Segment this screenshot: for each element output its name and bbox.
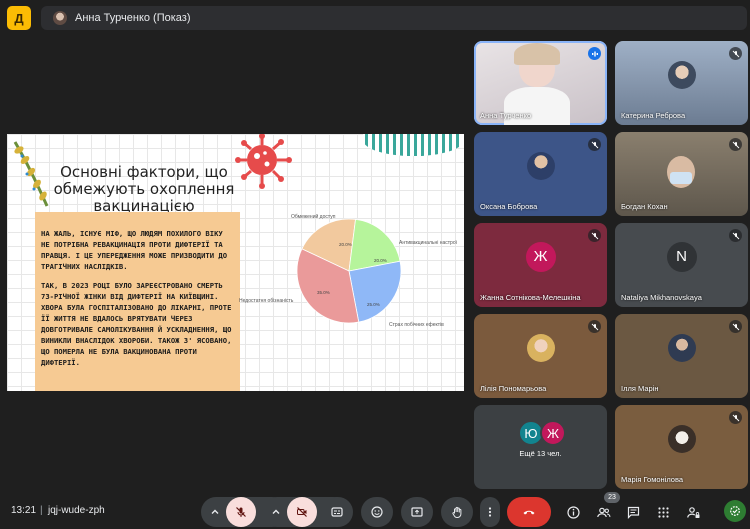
participant-name: Оксана Боброва <box>480 202 538 211</box>
mic-off-icon <box>729 229 742 242</box>
participant-name: Лілія Пономарьова <box>480 384 547 393</box>
participant-letter-avatar: N <box>666 241 697 272</box>
participant-avatar <box>667 424 696 453</box>
extension-button[interactable] <box>724 500 746 522</box>
mic-off-icon <box>588 320 601 333</box>
clock: 13:21 <box>11 505 37 516</box>
info-icon <box>566 505 580 519</box>
shared-slide: Основні фактори, що обмежують охоплення … <box>7 134 464 391</box>
participant-avatar <box>526 333 555 362</box>
more-participants-label: Ещё 13 чел. <box>519 449 562 458</box>
meeting-app-badge[interactable]: Д <box>7 6 31 30</box>
captions-button[interactable] <box>321 497 353 527</box>
participant-name: Анна Турченко <box>480 111 532 120</box>
participant-name: Nataliya Mikhanovskaya <box>621 293 702 302</box>
presenter-avatar <box>53 11 67 25</box>
participant-name: Марія Гомонілова <box>621 475 684 484</box>
slide-title: Основні фактори, що обмежують охоплення … <box>53 163 235 215</box>
pie-pct-limited-access: 20.0% <box>339 242 352 247</box>
meeting-code[interactable]: jqj-wude-zph <box>48 505 105 516</box>
camera-options-chevron-icon[interactable] <box>262 497 290 527</box>
participant-tile[interactable]: N Nataliya Mikhanovskaya <box>615 223 748 307</box>
mic-off-icon <box>729 411 742 424</box>
present-screen-icon <box>411 507 423 517</box>
present-button[interactable] <box>401 497 433 527</box>
participant-tile[interactable]: Богдан Кохан <box>615 132 748 216</box>
mic-options-chevron-icon[interactable] <box>201 497 229 527</box>
slide-paragraph: ТАК, В 2023 РОЦІ БУЛО ЗАРЕЄСТРОВАНО СМЕР… <box>41 281 232 367</box>
camera-toggle-button[interactable] <box>287 497 317 527</box>
pie-pct-antivax: 20.0% <box>374 258 387 263</box>
chat-icon <box>627 506 639 519</box>
mic-off-icon <box>588 229 601 242</box>
participant-avatar <box>526 151 555 180</box>
participant-tile[interactable]: Лілія Пономарьова <box>474 314 607 398</box>
participant-avatar <box>667 60 696 89</box>
pie-label-low-awareness: Недостатня обізнаність <box>239 298 294 304</box>
activities-button[interactable] <box>653 502 673 522</box>
mic-off-icon <box>729 47 742 60</box>
slide-paragraph: НА ЖАЛЬ, ІСНУЄ МІФ, ЩО ЛЮДЯМ ПОХИЛОГО ВІ… <box>41 229 228 271</box>
people-button[interactable] <box>593 502 613 522</box>
participant-video-mask <box>670 172 692 184</box>
meeting-details-button[interactable] <box>563 502 583 522</box>
participant-name: Катерина Реброва <box>621 111 686 120</box>
captions-icon <box>331 507 343 517</box>
more-participants-tile[interactable]: Ю Ж Ещё 13 чел. <box>474 405 607 489</box>
mic-off-icon <box>729 138 742 151</box>
participant-tile[interactable]: Ж Жанна Сотнікова-Мелешкіна <box>474 223 607 307</box>
speaking-indicator-icon <box>588 47 601 60</box>
hang-up-icon <box>523 510 535 515</box>
pie-label-limited-access: Обмежений доступ <box>291 214 336 220</box>
participant-name: Богдан Кохан <box>621 202 668 211</box>
mic-off-icon <box>729 320 742 333</box>
slide-text-panel: НА ЖАЛЬ, ІСНУЄ МІФ, ЩО ЛЮДЯМ ПОХИЛОГО ВІ… <box>35 212 240 391</box>
participant-name: Ілля Марін <box>621 384 659 393</box>
more-vertical-icon <box>488 507 492 517</box>
more-participants-avatars: Ю Ж <box>518 420 574 446</box>
participant-letter-avatar: Ж <box>540 420 566 446</box>
participant-name: Жанна Сотнікова-Мелешкіна <box>480 293 581 302</box>
participant-avatar <box>667 333 696 362</box>
mic-toggle-button[interactable] <box>226 497 256 527</box>
participant-video-hair <box>514 43 560 65</box>
extension-gear-icon <box>730 506 740 516</box>
more-options-button[interactable] <box>480 497 500 527</box>
separator: | <box>40 505 43 516</box>
apps-grid-icon <box>657 506 669 518</box>
emoji-icon <box>371 506 383 518</box>
leave-call-button[interactable] <box>507 497 551 527</box>
participant-letter-avatar: Ж <box>525 241 556 272</box>
hand-icon <box>452 506 462 518</box>
pie-chart: Обмежений доступ Антивакцинальні настрої… <box>229 204 464 344</box>
chat-button[interactable] <box>623 502 643 522</box>
participant-tile[interactable]: Ілля Марін <box>615 314 748 398</box>
participant-tile[interactable]: Марія Гомонілова <box>615 405 748 489</box>
host-controls-button[interactable] <box>683 502 703 522</box>
presenter-label: Анна Турченко (Показ) <box>75 12 191 24</box>
participant-tile[interactable]: Анна Турченко <box>474 41 607 125</box>
participant-tile[interactable]: Катерина Реброва <box>615 41 748 125</box>
pie-pct-side-effects: 25.0% <box>367 302 380 307</box>
mic-off-icon <box>588 138 601 151</box>
striped-decoration <box>363 134 464 156</box>
pie-label-antivax: Антивакцинальні настрої <box>399 240 458 246</box>
presentation-banner[interactable]: Анна Турченко (Показ) <box>41 6 747 30</box>
participant-tile[interactable]: Оксана Боброва <box>474 132 607 216</box>
reactions-button[interactable] <box>361 497 393 527</box>
lock-person-icon <box>686 506 699 518</box>
raise-hand-button[interactable] <box>441 497 473 527</box>
pie-pct-low-awareness: 35.0% <box>317 290 330 295</box>
people-icon <box>596 507 610 517</box>
virus-decoration <box>235 134 292 189</box>
pie-label-side-effects: Страх побічних ефектів <box>389 322 444 328</box>
